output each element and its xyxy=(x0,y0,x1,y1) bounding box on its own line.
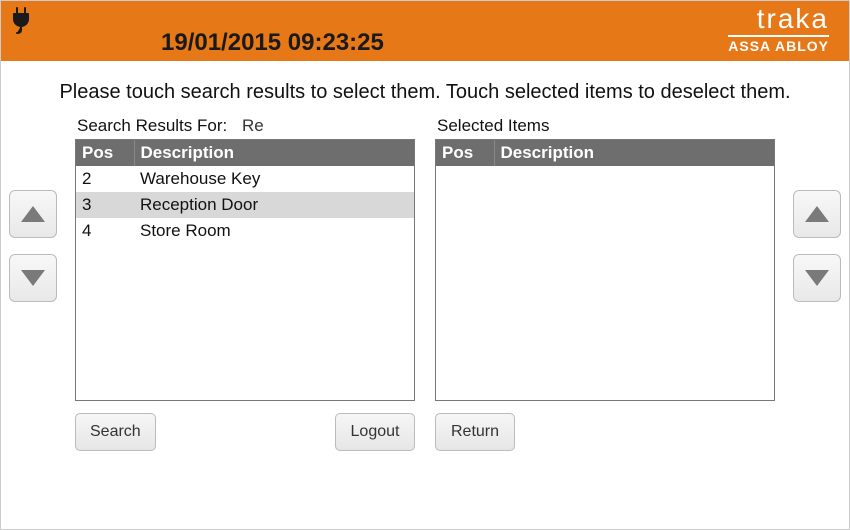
brand-block: traka ASSA ABLOY xyxy=(728,5,829,54)
spacer xyxy=(164,413,327,451)
results-grid: Pos Description 2Warehouse Key3Reception… xyxy=(75,139,415,401)
selected-scroll-up-button[interactable] xyxy=(793,190,841,238)
cell-pos: 3 xyxy=(76,192,134,218)
header-bar: 19/01/2015 09:23:25 traka ASSA ABLOY xyxy=(1,1,849,61)
table-row[interactable]: 2Warehouse Key xyxy=(76,166,414,192)
cell-pos: 2 xyxy=(76,166,134,192)
triangle-up-icon xyxy=(21,206,45,222)
results-col-pos: Pos xyxy=(76,140,134,166)
app-frame: 19/01/2015 09:23:25 traka ASSA ABLOY Ple… xyxy=(0,0,850,530)
selected-col-pos: Pos xyxy=(436,140,494,166)
selected-panel: Selected Items Pos Description Return xyxy=(435,116,775,451)
right-scroll-column xyxy=(781,116,841,302)
selected-grid: Pos Description xyxy=(435,139,775,401)
cell-description: Reception Door xyxy=(134,192,414,218)
selected-scroll-down-button[interactable] xyxy=(793,254,841,302)
triangle-up-icon xyxy=(805,206,829,222)
results-button-row: Search Logout xyxy=(75,413,415,451)
datetime-label: 19/01/2015 09:23:25 xyxy=(161,29,384,57)
results-col-description: Description xyxy=(134,140,414,166)
results-label-text: Search Results For: xyxy=(77,116,227,135)
brand-traka: traka xyxy=(728,5,829,33)
left-scroll-column xyxy=(9,116,69,302)
power-plug-icon xyxy=(7,5,37,40)
triangle-down-icon xyxy=(21,270,45,286)
results-panel: Search Results For: Re Pos Description 2… xyxy=(75,116,415,451)
instruction-text: Please touch search results to select th… xyxy=(11,81,839,104)
panels-container: Search Results For: Re Pos Description 2… xyxy=(69,116,781,451)
results-query: Re xyxy=(242,116,264,135)
selected-button-row: Return xyxy=(435,413,775,451)
cell-pos: 4 xyxy=(76,218,134,244)
main-area: Search Results For: Re Pos Description 2… xyxy=(1,116,849,451)
return-button[interactable]: Return xyxy=(435,413,515,451)
cell-description: Warehouse Key xyxy=(134,166,414,192)
logout-button[interactable]: Logout xyxy=(335,413,415,451)
selected-col-description: Description xyxy=(494,140,774,166)
results-label: Search Results For: Re xyxy=(75,116,415,136)
table-row[interactable]: 3Reception Door xyxy=(76,192,414,218)
triangle-down-icon xyxy=(805,270,829,286)
results-scroll-up-button[interactable] xyxy=(9,190,57,238)
selected-label: Selected Items xyxy=(435,116,775,136)
results-scroll-down-button[interactable] xyxy=(9,254,57,302)
brand-divider xyxy=(728,35,829,37)
table-row[interactable]: 4Store Room xyxy=(76,218,414,244)
brand-assa-abloy: ASSA ABLOY xyxy=(728,38,829,54)
cell-description: Store Room xyxy=(134,218,414,244)
search-button[interactable]: Search xyxy=(75,413,156,451)
